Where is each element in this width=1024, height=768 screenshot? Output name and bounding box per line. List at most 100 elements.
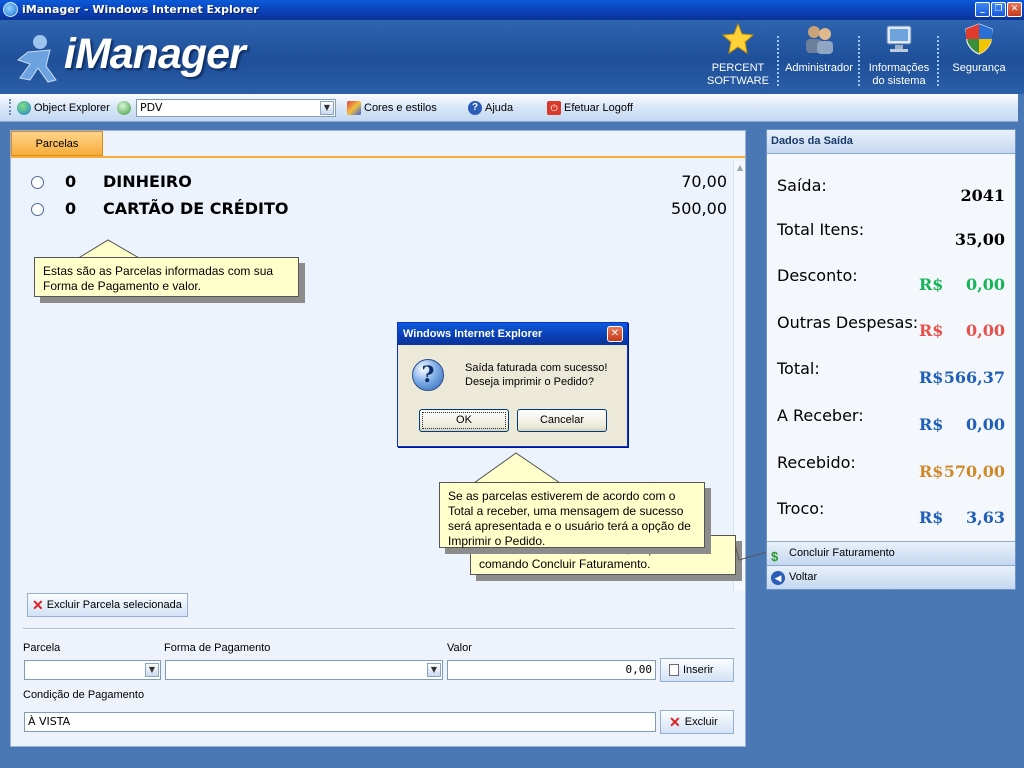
dados-saida-panel: Dados da Saída Saída: 2041 Total Itens: …	[766, 129, 1016, 590]
object-explorer-button[interactable]: Object Explorer	[17, 101, 110, 115]
forma-pagamento-label: Forma de Pagamento	[164, 642, 271, 654]
chevron-down-icon[interactable]: ▼	[320, 101, 334, 115]
vertical-scrollbar[interactable]: ▲	[733, 161, 745, 591]
list-item[interactable]: 0 CARTÃO DE CRÉDITO 500,00	[27, 198, 727, 222]
restore-icon[interactable]: ❐	[991, 2, 1006, 17]
parcela-valor: 70,00	[681, 172, 727, 191]
close-icon[interactable]: ✕	[1007, 2, 1022, 17]
cores-estilos-button[interactable]: Cores e estilos	[347, 101, 437, 115]
confirm-dialog: Windows Internet Explorer ✕ ? Saída fatu…	[397, 322, 628, 447]
header-label: Informações	[868, 62, 930, 74]
chevron-down-icon[interactable]: ▼	[427, 663, 441, 677]
parcela-valor: 500,00	[671, 199, 727, 218]
radio-button[interactable]	[31, 203, 44, 216]
list-item[interactable]: 0 DINHEIRO 70,00	[27, 171, 727, 195]
brand-figure-icon	[16, 35, 57, 83]
ie-logo-icon	[3, 2, 18, 17]
divider	[23, 628, 735, 630]
excluir-parcela-button[interactable]: ✕ Excluir Parcela selecionada	[27, 593, 188, 617]
condicao-pagamento-label: Condição de Pagamento	[23, 689, 145, 701]
ajuda-button[interactable]: ? Ajuda	[468, 101, 513, 115]
parcela-num: 0	[65, 172, 77, 191]
toolbar-grip[interactable]	[9, 99, 11, 115]
outras-despesas-currency: R$	[919, 321, 944, 340]
power-icon: ⏻	[547, 101, 561, 115]
pdv-select[interactable]: PDV ▼	[136, 99, 336, 117]
concluir-faturamento-label: Concluir Faturamento	[789, 547, 895, 559]
palette-icon	[347, 101, 361, 115]
voltar-button[interactable]: ◀ Voltar	[767, 565, 1015, 589]
radio-button[interactable]	[31, 176, 44, 189]
total-currency: R$	[919, 368, 944, 387]
inserir-button[interactable]: Inserir	[660, 658, 734, 682]
dados-saida-header: Dados da Saída	[767, 130, 1015, 154]
dialog-message-line2: Deseja imprimir o Pedido?	[465, 376, 594, 388]
star-icon	[721, 22, 755, 55]
chevron-down-icon[interactable]: ▼	[145, 663, 159, 677]
refresh-icon[interactable]	[117, 101, 131, 115]
outras-despesas-value: 0,00	[966, 321, 1005, 340]
valor-input[interactable]: 0,00	[447, 660, 656, 680]
callout-mensagem: Se as parcelas estiverem de acordo com o…	[439, 482, 705, 548]
parcela-select[interactable]: ▼	[24, 660, 161, 680]
desconto-value: 0,00	[966, 275, 1005, 294]
help-icon: ?	[468, 101, 482, 115]
users-icon	[806, 26, 833, 54]
excluir-label: Excluir	[684, 716, 718, 728]
concluir-faturamento-button[interactable]: $ Concluir Faturamento	[767, 541, 1015, 565]
logoff-button[interactable]: ⏻ Efetuar Logoff	[547, 101, 633, 115]
ok-button[interactable]: OK	[419, 409, 509, 432]
pdv-select-value: PDV	[140, 101, 163, 114]
condicao-pagamento-input[interactable]: À VISTA	[24, 712, 656, 732]
a-receber-label: A Receber:	[777, 406, 864, 425]
dollar-icon: $	[771, 549, 779, 564]
ajuda-label: Ajuda	[485, 102, 514, 114]
globe-icon	[17, 101, 31, 115]
dialog-close-icon[interactable]: ✕	[607, 326, 623, 342]
callout-parcelas: Estas são as Parcelas informadas com sua…	[34, 257, 299, 297]
header-informacoes[interactable]: Informações do sistema	[864, 22, 934, 88]
tab-underline	[11, 156, 745, 158]
total-itens-value: 35,00	[954, 230, 1005, 249]
window-title: iManager - Windows Internet Explorer	[22, 3, 259, 16]
header-separator	[777, 36, 779, 86]
tab-parcelas[interactable]: Parcelas	[11, 131, 103, 156]
brand-logo: iManager	[64, 30, 246, 78]
header-label: Administrador	[785, 62, 853, 74]
total-itens-label: Total Itens:	[777, 220, 865, 239]
callout-pointer	[474, 452, 562, 484]
back-arrow-icon: ◀	[771, 571, 785, 585]
parcela-forma: DINHEIRO	[103, 172, 192, 191]
header-label: Segurança	[952, 62, 1006, 74]
parcela-num: 0	[65, 199, 77, 218]
dialog-message-line1: Saída faturada com sucesso!	[465, 362, 608, 374]
minimize-icon[interactable]: _	[975, 2, 990, 17]
header-administrador[interactable]: Administrador	[784, 22, 854, 75]
header-seguranca[interactable]: Segurança	[946, 22, 1012, 75]
header-separator	[937, 36, 939, 86]
scroll-up-icon[interactable]: ▲	[734, 163, 746, 173]
app-header: iManager PERCENT SOFTWARE Administrador …	[0, 20, 1024, 94]
a-receber-value: 0,00	[966, 415, 1005, 434]
parcelas-panel: Parcelas 0 DINHEIRO 70,00 0 CARTÃO DE CR…	[10, 130, 746, 747]
troco-label: Troco:	[777, 499, 825, 518]
a-receber-currency: R$	[919, 415, 944, 434]
parcela-label: Parcela	[23, 642, 61, 654]
header-percent-software[interactable]: PERCENT SOFTWARE	[706, 22, 770, 88]
window-title-bar: iManager - Windows Internet Explorer _ ❐…	[0, 0, 1024, 20]
troco-currency: R$	[919, 508, 944, 527]
excluir-button[interactable]: ✕ Excluir	[660, 710, 734, 734]
parcela-forma: CARTÃO DE CRÉDITO	[103, 199, 289, 218]
cancel-button[interactable]: Cancelar	[517, 409, 607, 432]
delete-icon: ✕	[32, 596, 44, 613]
dialog-title: Windows Internet Explorer	[398, 323, 627, 345]
saida-label: Saída:	[777, 176, 827, 195]
saida-value: 2041	[960, 186, 1005, 205]
outras-despesas-label: Outras Despesas:	[777, 313, 919, 332]
cores-estilos-label: Cores e estilos	[364, 102, 437, 114]
desconto-label: Desconto:	[777, 266, 858, 285]
header-label: SOFTWARE	[707, 75, 769, 87]
forma-pagamento-select[interactable]: ▼	[165, 660, 443, 680]
recebido-currency: R$	[919, 462, 944, 481]
desconto-currency: R$	[919, 275, 944, 294]
